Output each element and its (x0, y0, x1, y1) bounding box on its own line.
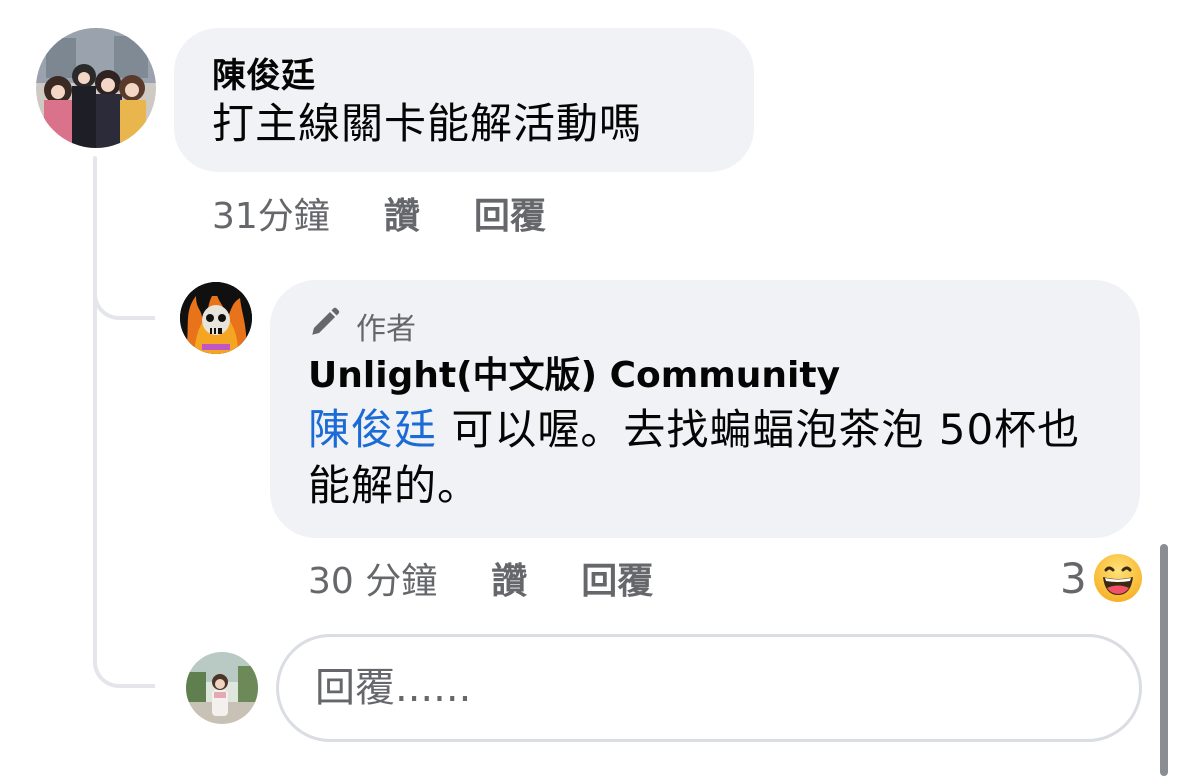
reply-input[interactable] (276, 634, 1142, 742)
comment-actions: 31分鐘 讚 回覆 (212, 188, 546, 238)
reply-timestamp[interactable]: 30 分鐘 (308, 552, 437, 604)
reply-text: 陳俊廷 可以喔。去找蝙蝠泡茶泡 50杯也能解的。 (308, 402, 1108, 514)
thread-branch-reply (93, 284, 155, 320)
commenter-name[interactable]: 陳俊廷 (212, 56, 754, 96)
author-badge: 作者 (308, 305, 1110, 347)
comment-timestamp[interactable]: 31分鐘 (212, 187, 330, 239)
pen-icon (308, 305, 356, 347)
reaction-count: 3 (1060, 553, 1087, 603)
reply-reply-button[interactable]: 回覆 (581, 552, 653, 604)
haha-emoji-icon (1093, 553, 1143, 603)
scrollbar[interactable] (1160, 544, 1168, 776)
reply-actions: 30 分鐘 讚 回覆 (308, 553, 653, 603)
comment-text: 打主線關卡能解活動嗎 (212, 99, 643, 148)
author-avatar[interactable] (180, 282, 252, 354)
comment-thread: 陳俊廷 打主線關卡能解活動嗎 31分鐘 讚 回覆 作者 Unlight(中文版)… (0, 0, 1179, 776)
reply-bubble: 作者 Unlight(中文版) Community 陳俊廷 可以喔。去找蝙蝠泡茶… (270, 280, 1140, 538)
thread-line (93, 156, 97, 656)
reaction-summary[interactable]: 3 (1060, 550, 1143, 606)
current-user-avatar[interactable] (186, 652, 258, 724)
reply-like-button[interactable]: 讚 (491, 552, 527, 604)
thread-branch-composer (93, 652, 155, 688)
comment-reply-button[interactable]: 回覆 (474, 187, 546, 239)
mention-link[interactable]: 陳俊廷 (308, 405, 437, 454)
commenter-avatar[interactable] (36, 28, 156, 148)
comment-like-button[interactable]: 讚 (384, 187, 420, 239)
comment-bubble: 陳俊廷 打主線關卡能解活動嗎 (174, 28, 754, 172)
author-badge-label: 作者 (356, 312, 416, 347)
reply-author-name[interactable]: Unlight(中文版) Community (308, 354, 1110, 398)
